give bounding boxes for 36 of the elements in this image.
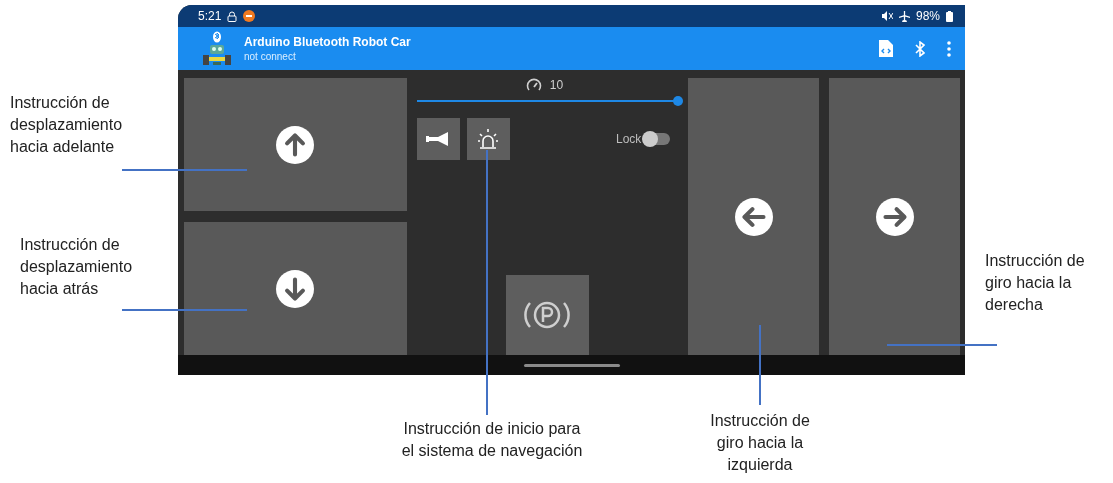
mute-icon	[881, 11, 893, 21]
arrow-down-icon	[276, 269, 315, 308]
beacon-light-button[interactable]	[466, 118, 510, 160]
lock-label: Lock	[616, 132, 642, 146]
speed-value: 10	[549, 78, 564, 92]
arrow-left-icon	[734, 197, 773, 236]
annotation-label: Instrucción de giro hacia la izquierda	[709, 411, 811, 475]
status-time: 5:21	[198, 9, 222, 23]
parking-brake-button[interactable]	[505, 275, 589, 355]
robot-car-logo-icon	[202, 30, 232, 67]
more-menu-icon[interactable]	[947, 40, 951, 57]
speedometer-icon	[525, 78, 542, 92]
annotation-label: Instrucción de giro hacia la derecha	[985, 251, 1085, 315]
forward-button[interactable]	[184, 78, 407, 211]
bluetooth-icon[interactable]	[915, 40, 925, 57]
horn-icon	[426, 132, 451, 146]
lock-toggle[interactable]	[644, 133, 671, 145]
home-handle[interactable]	[523, 363, 620, 367]
turn-right-button[interactable]	[829, 78, 960, 355]
app-title: Arduino Bluetooth Robot Car	[244, 35, 411, 49]
connection-status: not connect	[244, 51, 297, 62]
code-file-icon[interactable]	[879, 40, 893, 57]
horn-button[interactable]	[416, 118, 460, 160]
arrow-right-icon	[875, 197, 914, 236]
battery-icon	[946, 10, 953, 22]
arrow-up-icon	[276, 125, 315, 164]
annotation-label: Instrucción de inicio para el sistema de navegación	[400, 419, 584, 461]
turn-left-button[interactable]	[688, 78, 820, 355]
annotation-label: Instrucción de desplazamiento hacia atrás	[20, 235, 133, 299]
backward-button[interactable]	[184, 222, 407, 355]
beacon-light-icon	[476, 127, 501, 151]
annotation-label: Instrucción de desplazamiento hacia adelante	[10, 93, 123, 157]
airplane-icon	[898, 10, 910, 22]
lock-icon	[227, 10, 238, 22]
app-notification-icon	[243, 10, 256, 22]
battery-percent: 98%	[915, 9, 940, 23]
